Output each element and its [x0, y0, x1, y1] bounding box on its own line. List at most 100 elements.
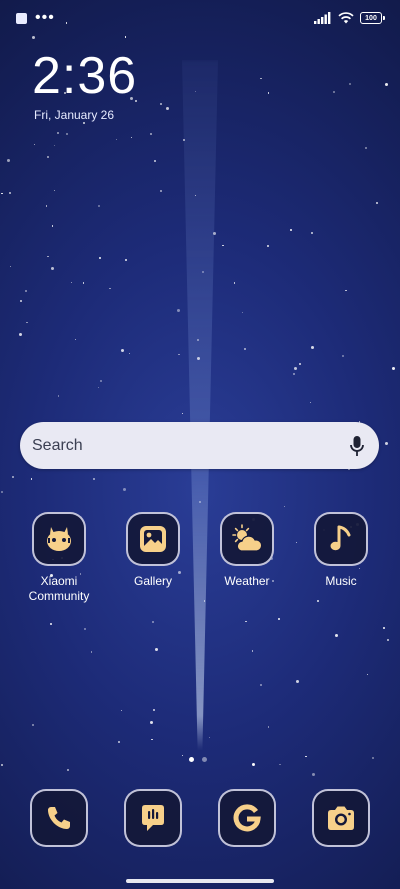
- star: [243, 347, 246, 350]
- star: [241, 312, 243, 314]
- star: [385, 441, 389, 445]
- app-label: Xiaomi Community: [28, 574, 90, 603]
- star: [371, 757, 374, 760]
- app-label: Weather: [224, 574, 270, 588]
- dock-camera[interactable]: [293, 789, 389, 847]
- star: [56, 131, 59, 134]
- star: [154, 647, 158, 651]
- star: [52, 225, 54, 227]
- star: [149, 133, 152, 136]
- clock-widget[interactable]: 2:36: [32, 48, 137, 104]
- search-bar[interactable]: Search: [20, 422, 379, 469]
- star: [93, 478, 96, 481]
- star: [154, 159, 157, 162]
- star: [165, 107, 169, 111]
- xiaomi-community-icon[interactable]: [32, 512, 86, 566]
- star: [260, 78, 262, 80]
- wifi-icon: [338, 12, 354, 24]
- more-notifications-icon: •••: [35, 9, 55, 26]
- star: [289, 229, 292, 232]
- star: [125, 259, 128, 262]
- star: [31, 478, 33, 480]
- star: [182, 412, 184, 414]
- star: [151, 738, 153, 741]
- star: [177, 308, 181, 312]
- star: [385, 83, 389, 87]
- star: [18, 333, 22, 337]
- star: [375, 202, 378, 205]
- star: [387, 638, 390, 641]
- star: [128, 353, 130, 355]
- star: [345, 289, 347, 291]
- star: [57, 395, 59, 397]
- star: [115, 138, 117, 140]
- weather-icon[interactable]: [220, 512, 274, 566]
- star: [120, 709, 123, 712]
- star: [245, 620, 247, 622]
- star: [311, 232, 314, 235]
- star: [32, 35, 36, 39]
- notification-icon: [16, 12, 27, 24]
- star: [31, 723, 34, 726]
- star: [98, 387, 100, 389]
- star: [159, 102, 162, 105]
- home-gesture-bar[interactable]: [126, 879, 274, 883]
- star: [305, 755, 307, 758]
- star: [1, 490, 4, 493]
- star: [251, 650, 253, 652]
- star: [124, 36, 126, 38]
- star: [348, 82, 351, 85]
- star: [98, 205, 101, 208]
- star: [91, 651, 93, 653]
- star: [268, 726, 270, 728]
- star: [283, 505, 286, 508]
- star: [45, 205, 48, 207]
- star: [252, 762, 256, 766]
- star: [26, 322, 28, 324]
- gallery-icon[interactable]: [126, 512, 180, 566]
- camera-icon[interactable]: [312, 789, 370, 847]
- star: [53, 190, 56, 192]
- microphone-icon[interactable]: [349, 435, 365, 457]
- star: [20, 300, 22, 302]
- star: [333, 91, 336, 94]
- date-label[interactable]: Fri, January 26: [34, 108, 114, 122]
- star: [260, 684, 263, 687]
- page-dot[interactable]: [202, 757, 207, 762]
- star: [25, 290, 28, 293]
- signal-icon: [314, 12, 331, 24]
- dock-phone[interactable]: [11, 789, 107, 847]
- star: [98, 256, 101, 259]
- page-indicator[interactable]: [189, 757, 207, 762]
- battery-level: 100: [365, 14, 377, 22]
- star: [149, 721, 153, 725]
- star: [311, 773, 315, 777]
- star: [367, 673, 369, 676]
- status-bar: ••• 100: [16, 9, 385, 27]
- music-note-icon[interactable]: [314, 512, 368, 566]
- app-label: Gallery: [133, 574, 172, 588]
- star: [160, 189, 163, 192]
- star: [317, 600, 320, 603]
- app-xiaomi-community[interactable]: Xiaomi Community: [11, 512, 107, 604]
- phone-icon[interactable]: [30, 789, 88, 847]
- star: [54, 145, 56, 147]
- star: [299, 363, 302, 366]
- search-input[interactable]: Search: [32, 437, 83, 455]
- google-icon[interactable]: [218, 789, 276, 847]
- star: [47, 256, 49, 258]
- messages-icon[interactable]: [124, 789, 182, 847]
- star: [392, 366, 396, 370]
- star: [9, 192, 12, 195]
- star: [83, 121, 86, 124]
- page-dot-active[interactable]: [189, 757, 194, 762]
- dock-messages[interactable]: [105, 789, 201, 847]
- dock-google[interactable]: [199, 789, 295, 847]
- star: [382, 627, 385, 629]
- app-music[interactable]: Music: [293, 512, 389, 589]
- star: [9, 265, 11, 268]
- app-weather[interactable]: Weather: [199, 512, 295, 589]
- app-gallery[interactable]: Gallery: [105, 512, 201, 589]
- star: [51, 267, 55, 271]
- star: [49, 622, 52, 625]
